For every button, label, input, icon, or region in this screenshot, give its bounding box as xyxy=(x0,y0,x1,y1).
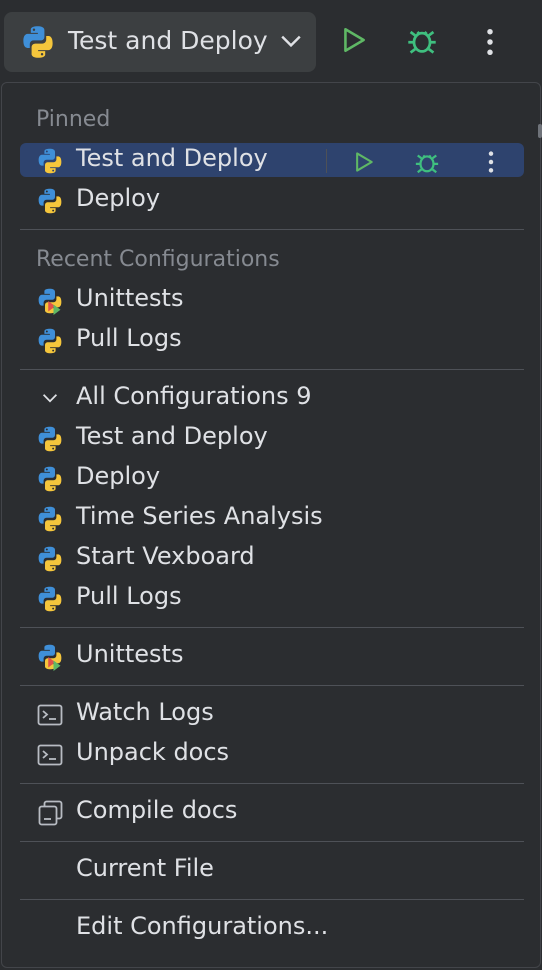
item-label: Deploy xyxy=(76,462,161,490)
item-label: Pull Logs xyxy=(76,582,182,610)
item-current-file[interactable]: Current File xyxy=(20,853,524,887)
python-test-icon xyxy=(36,287,64,315)
run-toolbar: Test and Deploy xyxy=(0,0,542,82)
divider xyxy=(326,149,327,173)
separator xyxy=(20,627,524,628)
terminal-icon xyxy=(36,741,64,769)
python-test-icon xyxy=(36,643,64,671)
item-label: Compile docs xyxy=(76,796,238,824)
python-icon xyxy=(36,425,64,453)
chevron-down-icon xyxy=(42,393,58,403)
python-icon xyxy=(36,187,64,215)
separator xyxy=(20,841,524,842)
item-label: Unittests xyxy=(76,640,184,668)
debug-icon[interactable] xyxy=(406,24,438,56)
editor-edge-marker xyxy=(538,124,542,138)
separator xyxy=(20,783,524,784)
compound-icon xyxy=(36,799,64,827)
pinned-item-deploy[interactable]: Deploy xyxy=(20,183,524,217)
more-vertical-icon[interactable] xyxy=(484,26,496,58)
chevron-down-icon xyxy=(280,34,302,48)
all-configurations-title: All Configurations 9 xyxy=(76,382,312,410)
item-compile-docs[interactable]: Compile docs xyxy=(20,795,524,829)
python-icon xyxy=(36,147,64,175)
all-item-time-series-analysis[interactable]: Time Series Analysis xyxy=(20,501,524,535)
run-configurations-popup: Pinned Test and Deploy Deploy Recent Con… xyxy=(1,82,541,968)
pinned-section-title: Pinned xyxy=(36,107,111,132)
item-label: Deploy xyxy=(76,184,161,212)
item-unpack-docs[interactable]: Unpack docs xyxy=(20,737,524,771)
selected-configuration-label: Test and Deploy xyxy=(68,26,268,55)
all-item-test-and-deploy[interactable]: Test and Deploy xyxy=(20,421,524,455)
more-vertical-icon[interactable] xyxy=(486,149,496,175)
python-icon xyxy=(20,24,56,60)
python-icon xyxy=(36,505,64,533)
run-icon[interactable] xyxy=(352,149,376,175)
item-label: Time Series Analysis xyxy=(76,502,323,530)
item-watch-logs[interactable]: Watch Logs xyxy=(20,697,524,731)
run-icon[interactable] xyxy=(339,24,369,56)
all-configurations-toggle[interactable]: All Configurations 9 xyxy=(20,381,524,415)
debug-icon[interactable] xyxy=(413,149,441,175)
recent-item-unittests[interactable]: Unittests xyxy=(20,283,524,317)
pinned-item-test-and-deploy[interactable]: Test and Deploy xyxy=(20,143,524,177)
item-label: Edit Configurations... xyxy=(76,912,329,940)
separator xyxy=(20,369,524,370)
all-item-start-vexboard[interactable]: Start Vexboard xyxy=(20,541,524,575)
separator xyxy=(20,229,524,230)
separator xyxy=(20,899,524,900)
all-item-deploy[interactable]: Deploy xyxy=(20,461,524,495)
terminal-icon xyxy=(36,701,64,729)
item-edit-configurations[interactable]: Edit Configurations... xyxy=(20,911,524,945)
python-icon xyxy=(36,465,64,493)
recent-section-title: Recent Configurations xyxy=(36,247,280,272)
python-icon xyxy=(36,545,64,573)
configurations-count: 9 xyxy=(296,382,312,410)
item-label: Start Vexboard xyxy=(76,542,255,570)
recent-item-pull-logs[interactable]: Pull Logs xyxy=(20,323,524,357)
run-configuration-selector[interactable]: Test and Deploy xyxy=(4,12,316,72)
item-unittests[interactable]: Unittests xyxy=(20,639,524,673)
item-label: Watch Logs xyxy=(76,698,214,726)
python-icon xyxy=(36,585,64,613)
item-label: Test and Deploy xyxy=(76,144,268,172)
separator xyxy=(20,685,524,686)
item-label: Test and Deploy xyxy=(76,422,268,450)
item-label: Pull Logs xyxy=(76,324,182,352)
all-item-pull-logs[interactable]: Pull Logs xyxy=(20,581,524,615)
python-icon xyxy=(36,327,64,355)
item-label: Unpack docs xyxy=(76,738,230,766)
item-label: Current File xyxy=(76,854,214,882)
item-label: Unittests xyxy=(76,284,184,312)
